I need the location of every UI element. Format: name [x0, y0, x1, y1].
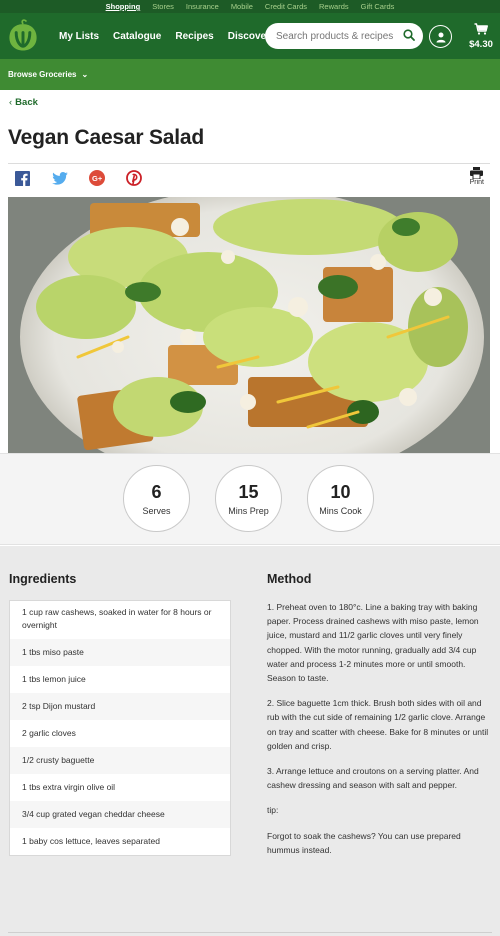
- recipe-photo: [8, 197, 490, 453]
- utility-nav: Shopping Stores Insurance Mobile Credit …: [0, 0, 500, 13]
- ingredients-list: 1 cup raw cashews, soaked in water for 8…: [9, 600, 231, 856]
- ingredient-item: 1 tbs extra virgin olive oil: [22, 782, 116, 792]
- recipe-stats: 6 Serves 15 Mins Prep 10 Mins Cook: [0, 453, 500, 545]
- chevron-left-icon: ‹: [9, 97, 13, 108]
- nav-catalogue[interactable]: Catalogue: [106, 31, 168, 42]
- method-step: 1. Preheat oven to 180°c. Line a baking …: [267, 602, 479, 684]
- print-button[interactable]: Print: [470, 167, 484, 186]
- stat-label: Mins Cook: [319, 506, 362, 516]
- stat-serves: 6 Serves: [123, 465, 190, 532]
- ingredient-item: 2 tsp Dijon mustard: [10, 693, 230, 720]
- utility-link-mobile[interactable]: Mobile: [225, 0, 259, 13]
- chevron-down-icon: ⌄: [81, 70, 89, 79]
- method-heading: Method: [267, 572, 312, 586]
- utility-link-credit-cards[interactable]: Credit Cards: [259, 0, 313, 13]
- primary-nav: My Lists Catalogue Recipes Discover: [52, 31, 277, 42]
- recipe-title: Vegan Caesar Salad: [8, 126, 205, 149]
- user-icon: [436, 32, 445, 42]
- stat-cook-time: 10 Mins Cook: [307, 465, 374, 532]
- search-input[interactable]: [276, 30, 400, 42]
- cart-button[interactable]: $4.30: [466, 23, 496, 50]
- cart-icon: [474, 23, 488, 35]
- nav-recipes[interactable]: Recipes: [168, 31, 220, 42]
- search-box: [265, 23, 423, 49]
- cart-total: $4.30: [469, 39, 493, 50]
- ingredient-item: 1 cup raw cashews, soaked in water for 8…: [22, 607, 212, 630]
- search-icon[interactable]: [403, 29, 415, 41]
- browse-groceries-menu[interactable]: Browse Groceries ⌄: [0, 59, 500, 90]
- nav-my-lists[interactable]: My Lists: [52, 31, 106, 42]
- svg-text:G+: G+: [92, 174, 103, 183]
- utility-link-shopping[interactable]: Shopping: [100, 0, 147, 13]
- ingredient-item: 1/2 crusty baguette: [10, 747, 230, 774]
- google-plus-share-button[interactable]: G+: [88, 170, 105, 187]
- utility-link-rewards[interactable]: Rewards: [313, 0, 355, 13]
- stat-label: Serves: [142, 506, 171, 516]
- main-header: My Lists Catalogue Recipes Discover $4.3…: [0, 13, 500, 59]
- method-tip: Forgot to soak the cashews? You can use …: [267, 830, 461, 855]
- utility-link-gift-cards[interactable]: Gift Cards: [355, 0, 401, 13]
- pinterest-share-button[interactable]: [125, 170, 142, 187]
- ingredient-item: 3/4 cup grated vegan cheddar cheese: [10, 801, 230, 828]
- google-plus-icon: G+: [88, 170, 105, 186]
- share-bar: G+ Print: [8, 163, 490, 192]
- stat-value: 15: [238, 482, 259, 502]
- divider: [8, 932, 492, 933]
- print-label: Print: [469, 179, 484, 186]
- twitter-icon: [51, 171, 68, 185]
- ingredient-item: 1 tbs miso paste: [10, 639, 230, 666]
- facebook-icon: [15, 170, 30, 186]
- printer-icon: [470, 167, 484, 179]
- stat-label: Mins Prep: [228, 506, 269, 516]
- stat-value: 10: [330, 482, 351, 502]
- recipe-body: Ingredients 1 cup raw cashews, soaked in…: [0, 546, 500, 936]
- account-button[interactable]: [429, 25, 452, 48]
- brand-logo-icon[interactable]: [6, 19, 40, 53]
- utility-link-insurance[interactable]: Insurance: [180, 0, 225, 13]
- back-label: Back: [15, 97, 38, 108]
- salad-image: [8, 197, 490, 453]
- back-link[interactable]: ‹ Back: [9, 97, 38, 108]
- method-step: 2. Slice baguette 1cm thick. Brush both …: [267, 698, 489, 751]
- utility-link-stores[interactable]: Stores: [146, 0, 180, 13]
- pinterest-icon: [125, 170, 142, 186]
- ingredient-item: 1 tbs lemon juice: [22, 674, 86, 684]
- twitter-share-button[interactable]: [51, 170, 68, 187]
- method-tip-label: tip:: [267, 805, 279, 816]
- facebook-share-button[interactable]: [14, 170, 31, 187]
- stat-value: 6: [151, 482, 162, 502]
- browse-groceries-label: Browse Groceries: [8, 70, 77, 79]
- method-step: 3. Arrange lettuce and croutons on a ser…: [267, 766, 479, 791]
- ingredient-item: 1 baby cos lettuce, leaves separated: [22, 836, 160, 846]
- method-steps: 1. Preheat oven to 180°c. Line a baking …: [267, 600, 493, 868]
- ingredient-item: 2 garlic cloves: [22, 728, 76, 738]
- ingredients-heading: Ingredients: [9, 572, 77, 586]
- stat-prep-time: 15 Mins Prep: [215, 465, 282, 532]
